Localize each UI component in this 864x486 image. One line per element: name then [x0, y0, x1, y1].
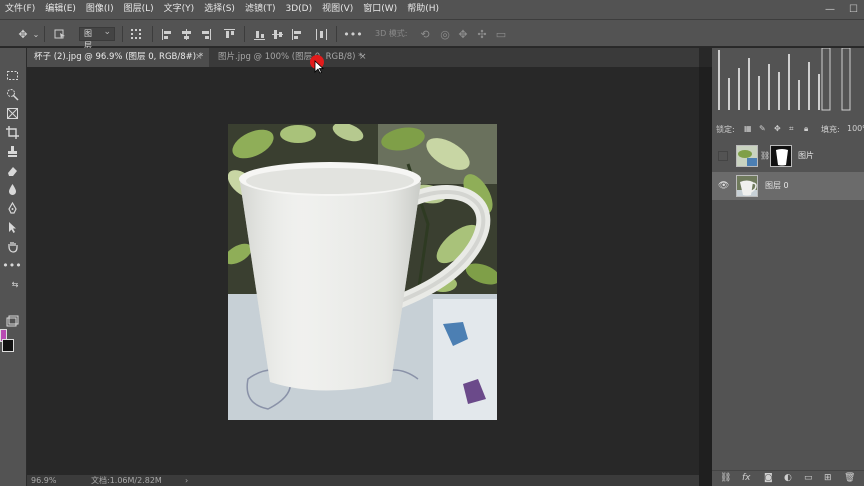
fx-icon[interactable]: fx	[742, 473, 751, 483]
pen-tool-icon[interactable]	[4, 201, 20, 215]
distribute-bottom-icon[interactable]	[290, 26, 304, 42]
new-layer-icon[interactable]: ⊞	[824, 473, 832, 483]
zoom-level[interactable]: 96.9%	[31, 475, 56, 486]
adjustment-icon[interactable]: ◐	[784, 473, 792, 483]
distribute-middle-icon[interactable]	[270, 26, 284, 42]
tab-label: 杯子 (2).jpg @ 96.9% (图层 0, RGB/8#) *	[34, 52, 204, 62]
menu-help[interactable]: 帮助(H)	[402, 0, 444, 19]
crop-tool-icon[interactable]	[4, 125, 20, 139]
eye-icon[interactable]: 👁︎	[718, 181, 729, 191]
layer-thumbnail	[736, 145, 758, 167]
align-left-icon[interactable]	[160, 26, 174, 42]
hand-tool-icon[interactable]	[4, 239, 20, 253]
link-icon[interactable]: ⛓	[720, 473, 731, 483]
menu-image[interactable]: 图像(I)	[81, 0, 119, 19]
swap-colors-icon[interactable]: ⇆	[10, 277, 20, 291]
tools-panel: ••• ⇆	[0, 48, 27, 486]
lock-artboard-icon[interactable]: ⌗	[789, 124, 794, 134]
lock-paint-icon[interactable]: ✎	[759, 124, 766, 133]
cup-photo	[228, 124, 497, 420]
window-controls: — ☐	[825, 0, 858, 19]
layer-row-layer-0[interactable]: 👁︎ 图层 0	[712, 172, 864, 200]
3d-roll-icon[interactable]: ◎	[438, 26, 452, 42]
align-center-icon[interactable]	[179, 26, 193, 42]
mouse-cursor-icon	[314, 60, 324, 74]
quick-selection-tool-icon[interactable]	[4, 87, 20, 101]
status-menu-icon[interactable]: ›	[185, 475, 188, 486]
menu-view[interactable]: 视图(V)	[317, 0, 358, 19]
visibility-toggle[interactable]	[718, 151, 728, 161]
fill-value[interactable]: 100%	[847, 124, 864, 133]
3d-scale-icon[interactable]: ▭	[494, 26, 508, 42]
document-tab-bar: 杯子 (2).jpg @ 96.9% (图层 0, RGB/8#) * × 图片…	[27, 48, 699, 67]
menu-3d[interactable]: 3D(D)	[280, 0, 317, 19]
tool-preset-chevron-icon[interactable]: ⌄	[32, 26, 40, 42]
stamp-tool-icon[interactable]	[4, 144, 20, 158]
menu-edit[interactable]: 编辑(E)	[40, 0, 81, 19]
lock-transparent-icon[interactable]: ▦	[744, 124, 752, 133]
fill-label: 填充:	[821, 125, 840, 134]
panel-divider	[699, 67, 712, 486]
layer-link-icon[interactable]: ⛓	[760, 151, 770, 160]
menu-filter[interactable]: 滤镜(T)	[240, 0, 281, 19]
panel-icons-strip	[718, 47, 851, 111]
more-options-button[interactable]: •••	[343, 26, 363, 42]
distribute-top-icon[interactable]	[252, 26, 266, 42]
3d-rotate-icon[interactable]: ⟲	[418, 26, 432, 42]
mask-icon[interactable]: ◙	[764, 473, 773, 483]
distribute-horizontal-icon[interactable]	[314, 26, 328, 42]
menu-layer[interactable]: 图层(L)	[119, 0, 159, 19]
layer-row-picture[interactable]: ⛓ 图片	[712, 142, 864, 170]
more-tools-icon[interactable]: •••	[2, 258, 21, 272]
layer-name[interactable]: 图层 0	[765, 180, 789, 191]
status-bar: 96.9% 文档:1.06M/2.82M ›	[27, 475, 699, 486]
layers-panel-footer: ⛓ fx ◙ ◐ ▭ ⊞ 🗑︎	[712, 470, 864, 486]
layers-panel-header	[712, 47, 864, 122]
layer-lock-row: 锁定: ▦ ✎ ✥ ⌗ 🔒︎ 填充: 100%	[712, 123, 864, 137]
minimize-button[interactable]: —	[825, 4, 835, 15]
menu-window[interactable]: 窗口(W)	[358, 0, 402, 19]
lock-position-icon[interactable]: ✥	[774, 124, 781, 133]
menu-type[interactable]: 文字(Y)	[159, 0, 200, 19]
menu-file[interactable]: 文件(F)	[0, 0, 40, 19]
lock-label: 锁定:	[716, 125, 735, 134]
3d-mode-label: 3D 模式:	[375, 29, 408, 38]
tab-document-cup[interactable]: 杯子 (2).jpg @ 96.9% (图层 0, RGB/8#) * ×	[27, 48, 209, 67]
lock-all-icon[interactable]: 🔒︎	[804, 124, 808, 134]
layer-name[interactable]: 图片	[798, 150, 814, 161]
group-icon[interactable]: ▭	[804, 473, 813, 483]
path-selection-tool-icon[interactable]	[4, 220, 20, 234]
auto-select-icon[interactable]	[52, 26, 68, 42]
menu-bar: 文件(F) 编辑(E) 图像(I) 图层(L) 文字(Y) 选择(S) 滤镜(T…	[0, 0, 864, 19]
document-canvas[interactable]	[228, 124, 497, 420]
frame-tool-icon[interactable]	[4, 106, 20, 120]
3d-pan-icon[interactable]: ✥	[456, 26, 470, 42]
blur-tool-icon[interactable]	[4, 182, 20, 196]
marquee-tool-icon[interactable]	[4, 68, 20, 82]
options-bar: ✥ ⌄ 图层 ••• 3D 模式: ⟲ ◎ ✥ ✣ ▭	[0, 19, 864, 50]
maximize-button[interactable]: ☐	[849, 4, 858, 15]
move-tool-icon[interactable]: ✥	[14, 26, 32, 42]
document-info: 文档:1.06M/2.82M	[91, 476, 162, 485]
3d-slide-icon[interactable]: ✣	[475, 26, 489, 42]
eraser-tool-icon[interactable]	[4, 163, 20, 177]
layers-panel: 锁定: ▦ ✎ ✥ ⌗ 🔒︎ 填充: 100% ⛓ 图片 👁︎ 图层 0 ⛓ f…	[712, 47, 864, 486]
tab-label: 图片.jpg @ 100% (图层 0, RGB/8) *	[218, 52, 363, 62]
menu-select[interactable]: 选择(S)	[199, 0, 240, 19]
tab-document-picture[interactable]: 图片.jpg @ 100% (图层 0, RGB/8) * ×	[211, 48, 371, 67]
background-color-swatch[interactable]	[2, 339, 14, 352]
tab-close-icon[interactable]: ×	[359, 48, 367, 67]
layer-mask-thumbnail[interactable]	[770, 145, 792, 167]
transform-controls-icon[interactable]	[128, 26, 144, 42]
tab-close-icon[interactable]: ×	[195, 48, 203, 67]
auto-select-target-select[interactable]: 图层	[79, 26, 115, 50]
align-top-icon[interactable]	[222, 26, 236, 42]
align-right-icon[interactable]	[198, 26, 212, 42]
quick-mask-icon[interactable]	[4, 314, 20, 328]
layer-thumbnail	[736, 175, 758, 197]
trash-icon[interactable]: 🗑︎	[844, 473, 855, 483]
